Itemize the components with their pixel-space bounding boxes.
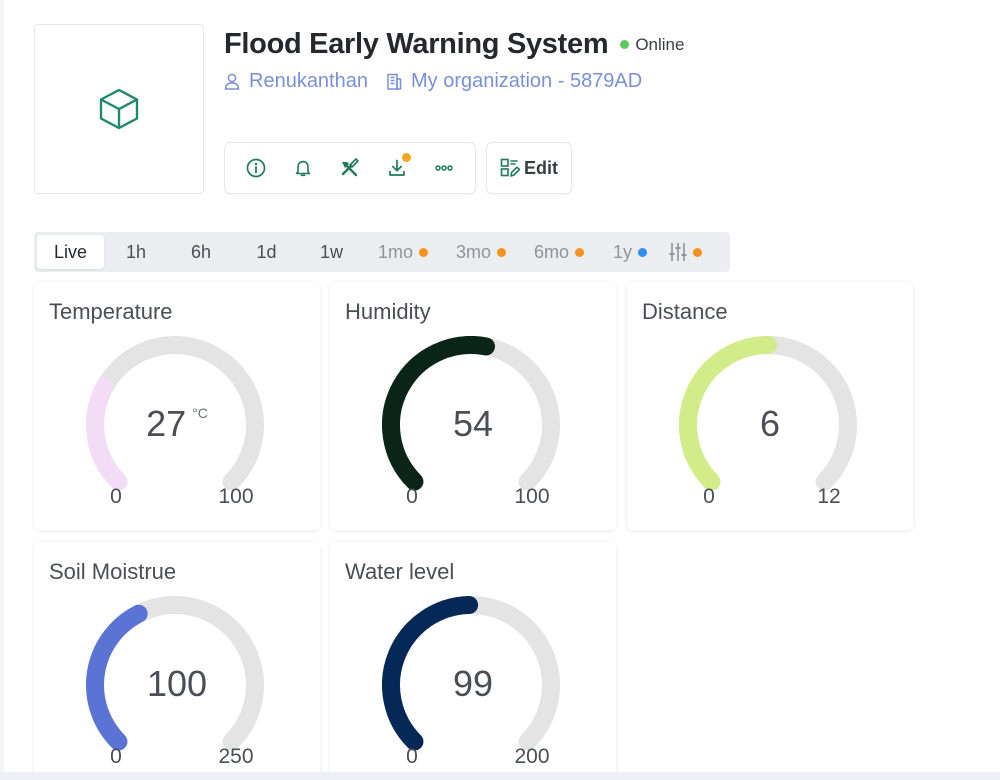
widget-title: Distance <box>642 299 728 324</box>
range-tab-label: 1w <box>319 241 343 262</box>
gauge-value-number: 54 <box>452 403 494 444</box>
range-tab-1w[interactable]: 1w <box>299 235 364 269</box>
gauge-value: 99 <box>330 663 616 705</box>
edit-button-label: Edit <box>524 157 558 178</box>
gauge-min-label: 0 <box>110 485 122 508</box>
range-tab-1y[interactable]: 1y <box>598 235 662 269</box>
gauge-value-number: 100 <box>146 663 208 704</box>
range-tab-label: 1h <box>125 241 147 262</box>
gauge-widget-temperature[interactable]: Temperature 27 °C 0 100 <box>34 282 320 530</box>
info-button[interactable] <box>239 151 273 185</box>
gauge-unit: °C <box>192 405 208 421</box>
range-tab-1d[interactable]: 1d <box>234 235 299 269</box>
range-tab-label: 6h <box>190 241 212 262</box>
gauge-max-label: 200 <box>514 745 550 768</box>
organization-link[interactable]: My organization - 5879AD <box>386 70 642 93</box>
range-tab-1mo[interactable]: 1mo <box>364 235 442 269</box>
plan-indicator-dot <box>693 247 702 257</box>
sliders-icon <box>669 243 687 261</box>
tools-button[interactable] <box>333 151 367 185</box>
tools-icon <box>341 158 359 177</box>
gauge-min-label: 0 <box>703 485 715 508</box>
gauge-widget-humidity[interactable]: Humidity 54 0 100 <box>330 282 616 530</box>
gauge-min-label: 0 <box>406 485 418 508</box>
widget-title: Soil Moistrue <box>49 559 177 584</box>
left-edge-divider <box>0 0 4 780</box>
range-tab-label: 1d <box>256 241 277 262</box>
gauge-value: 27 °C <box>34 403 320 445</box>
device-thumbnail <box>34 24 204 194</box>
range-tab-6h[interactable]: 6h <box>168 235 234 269</box>
bell-icon <box>295 160 311 177</box>
gauge-value: 54 <box>330 403 616 445</box>
range-tab-label: 1mo <box>377 241 413 262</box>
device-meta: Renukanthan My organization - 5879AD <box>224 70 642 93</box>
gauge-max-label: 250 <box>218 745 254 768</box>
widget-title: Water level <box>345 559 455 584</box>
status-dot <box>620 40 630 49</box>
owner-link[interactable]: Renukanthan <box>224 70 368 93</box>
owner-name: Renukanthan <box>249 70 368 92</box>
range-tab-Live[interactable]: Live <box>37 235 104 269</box>
building-icon <box>387 73 402 90</box>
plan-indicator-dot <box>497 247 506 257</box>
alerts-button[interactable] <box>286 151 320 185</box>
gauge-min-label: 0 <box>110 745 122 768</box>
gauge-value-number: 27 <box>146 403 187 444</box>
gauge-widget-water-level[interactable]: Water level 99 0 200 <box>330 542 616 780</box>
range-tab-label: 6mo <box>533 241 569 262</box>
info-icon <box>247 158 266 178</box>
cube-icon <box>99 88 139 130</box>
edit-icon <box>500 158 520 177</box>
page-title: Flood Early Warning System <box>224 28 609 60</box>
range-tab-1h[interactable]: 1h <box>104 235 168 269</box>
gauge-max-label: 100 <box>514 485 550 508</box>
gauge-max-label: 12 <box>817 485 841 508</box>
download-button[interactable] <box>380 151 414 185</box>
download-notification-dot <box>401 153 411 162</box>
range-tab-6mo[interactable]: 6mo <box>520 235 598 269</box>
device-header: Flood Early Warning System Online <box>224 28 684 61</box>
range-tab-label: 1y <box>612 241 632 262</box>
range-tab-3mo[interactable]: 3mo <box>442 235 520 269</box>
status-badge: Online <box>620 35 684 55</box>
range-tab-custom[interactable] <box>662 235 709 269</box>
bottom-scrollbar-track <box>0 772 1000 780</box>
gauge-min-label: 0 <box>406 745 418 768</box>
edit-button[interactable]: Edit <box>486 142 572 194</box>
more-button[interactable] <box>427 151 461 185</box>
gauge-max-label: 100 <box>218 485 254 508</box>
gauge-widget-distance[interactable]: Distance 6 0 12 <box>627 282 913 530</box>
plan-indicator-dot <box>638 247 647 257</box>
more-icon <box>434 165 453 171</box>
user-icon <box>224 73 240 90</box>
range-tab-label: 3mo <box>455 241 491 262</box>
plan-indicator-dot <box>575 247 584 257</box>
gauge-value: 6 <box>627 403 913 445</box>
range-tab-label: Live <box>53 241 88 262</box>
gauge-value: 100 <box>34 663 320 705</box>
organization-name: My organization - 5879AD <box>410 70 643 92</box>
time-range-selector: Live 1h 6h 1d 1w 1mo 3mo 6mo 1y <box>34 232 730 272</box>
plan-indicator-dot <box>419 247 428 257</box>
status-label: Online <box>635 34 685 54</box>
gauge-widget-soil-moistrue[interactable]: Soil Moistrue 100 0 250 <box>34 542 320 780</box>
device-action-toolbar <box>224 142 476 194</box>
widget-title: Temperature <box>49 299 173 324</box>
widget-title: Humidity <box>345 299 431 324</box>
gauge-value-number: 6 <box>759 403 781 444</box>
gauge-value-number: 99 <box>452 663 494 704</box>
